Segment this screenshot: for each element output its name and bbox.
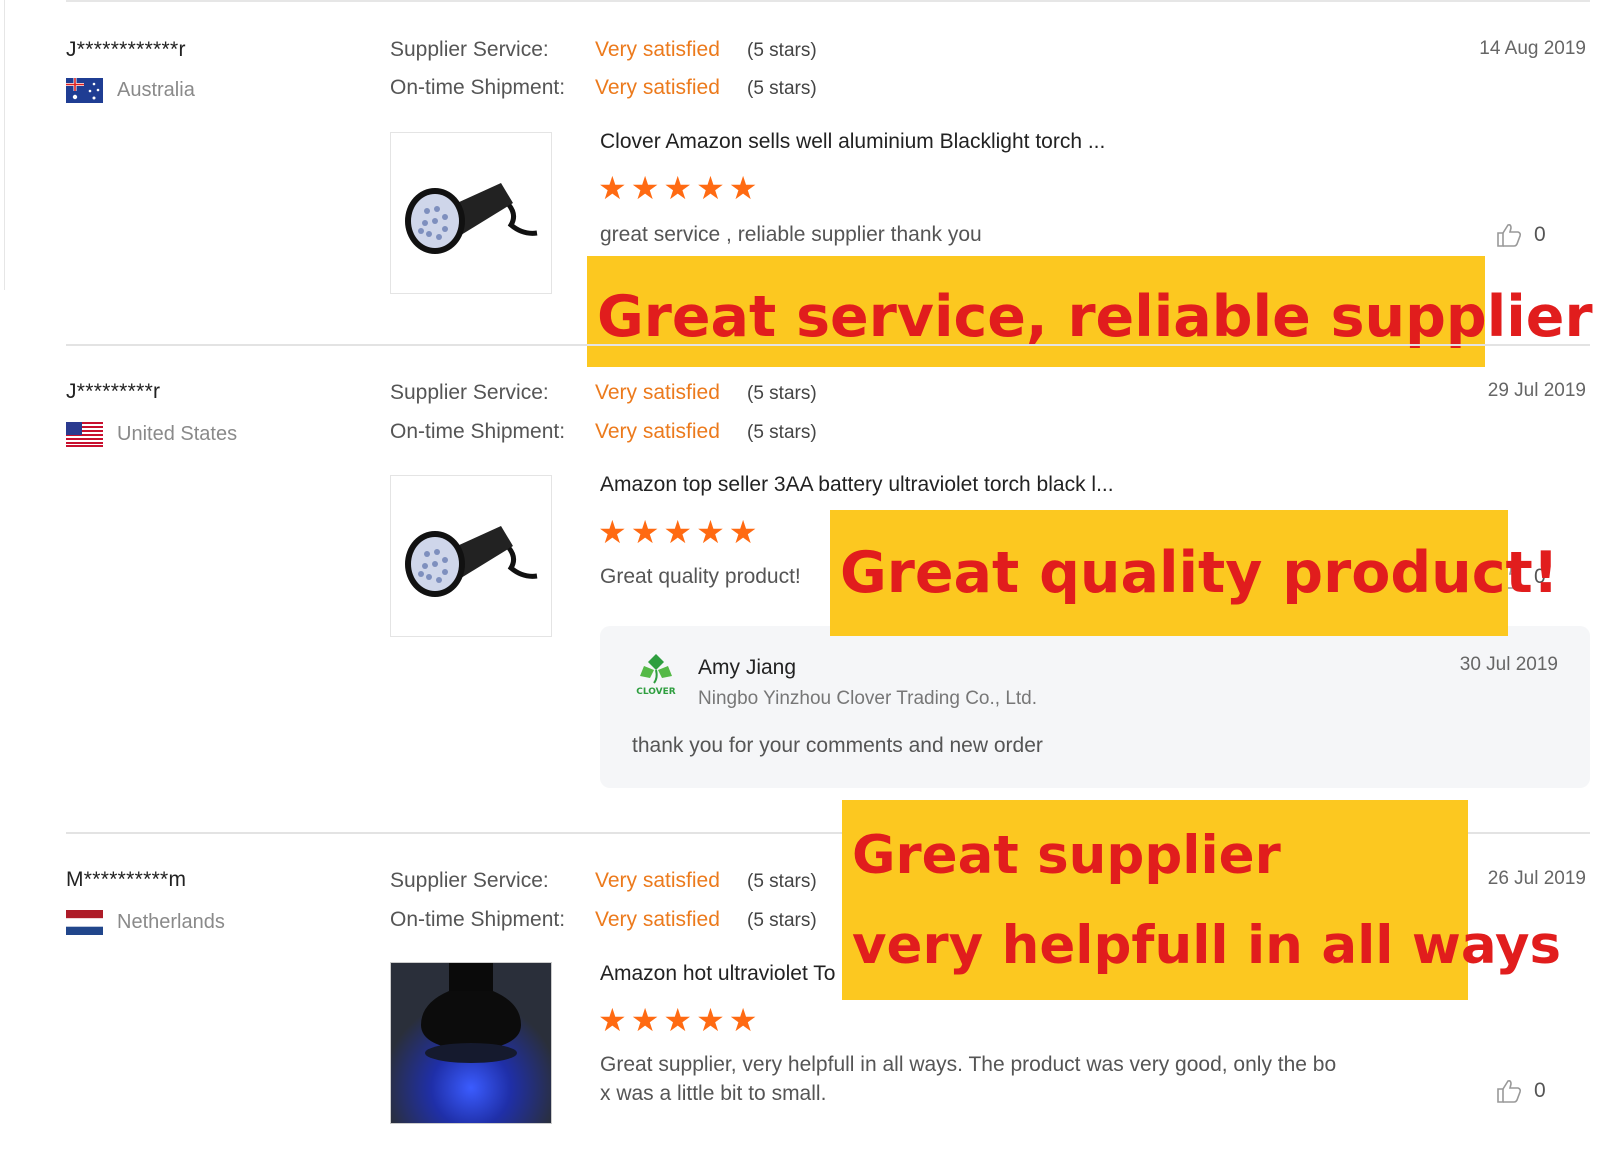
rating-stars-text: (5 stars)	[747, 422, 817, 443]
flashlight-image	[405, 183, 538, 254]
reply-company[interactable]: Ningbo Yinzhou Clover Trading Co., Ltd.	[698, 688, 1037, 710]
star-icon: ★	[696, 514, 725, 550]
star-icon: ★	[728, 514, 758, 550]
reply-author: Amy Jiang	[698, 656, 797, 679]
buyer-country: Netherlands	[66, 910, 225, 935]
review-comment: Great supplier, very helpfull in all way…	[600, 1050, 1336, 1108]
star-icon: ★	[728, 1002, 758, 1038]
product-title[interactable]: Clover Amazon sells well aluminium Black…	[600, 130, 1105, 154]
product-title[interactable]: Amazon top seller 3AA battery ultraviole…	[600, 473, 1114, 497]
supplier-reply: CLOVER Amy Jiang Ningbo Yinzhou Clover T…	[600, 626, 1590, 788]
rating-stars-text: (5 stars)	[747, 78, 817, 99]
rating-value: Very satisfied	[595, 38, 720, 61]
thumbs-up-icon	[1497, 1080, 1522, 1103]
like-button[interactable]: 0	[1496, 1078, 1546, 1104]
product-title[interactable]: Amazon hot ultraviolet To	[600, 962, 835, 986]
star-icon: ★	[663, 514, 693, 550]
clover-logo-text: CLOVER	[636, 687, 676, 696]
country-name: Netherlands	[117, 911, 225, 933]
like-button[interactable]: 0	[1496, 222, 1546, 248]
product-image[interactable]	[390, 132, 552, 294]
like-count: 0	[1534, 1079, 1546, 1102]
reply-date: 30 Jul 2019	[1459, 654, 1558, 675]
highlight-line: Great supplier	[852, 825, 1281, 886]
review-comment-line: Great supplier, very helpfull in all way…	[600, 1053, 1337, 1076]
rating-value: Very satisfied	[595, 76, 720, 99]
buyer-country: Australia	[66, 78, 195, 103]
star-icon: ★	[728, 170, 758, 206]
highlight-banner: Great quality product!	[830, 510, 1559, 636]
review-date: 26 Jul 2019	[1487, 868, 1586, 889]
country-name: Australia	[117, 79, 195, 101]
supplier-service-rating: Supplier Service: Very satisfied (5 star…	[390, 381, 817, 405]
shipment-rating: On-time Shipment: Very satisfied (5 star…	[390, 908, 817, 932]
review-comment: great service , reliable supplier thank …	[600, 223, 982, 246]
review-date: 14 Aug 2019	[1479, 38, 1586, 59]
product-image[interactable]	[390, 475, 552, 637]
highlight-line: very helpfull in all ways	[852, 915, 1562, 976]
star-icon: ★	[696, 1002, 725, 1038]
supplier-service-rating: Supplier Service: Very satisfied (5 star…	[390, 869, 817, 893]
shipment-rating: On-time Shipment: Very satisfied (5 star…	[390, 420, 817, 444]
buyer-name: M**********m	[66, 868, 187, 891]
review-comment: Great quality product!	[600, 565, 801, 588]
star-icon: ★	[663, 1002, 693, 1038]
rating-label: Supplier Service:	[390, 38, 549, 61]
rating-label: On-time Shipment:	[390, 76, 566, 99]
star-rating: ★ ★ ★ ★ ★	[598, 172, 757, 204]
flag-us-icon	[66, 422, 103, 447]
product-image[interactable]	[390, 962, 552, 1124]
flag-australia-icon	[66, 78, 103, 103]
review-divider	[66, 344, 1590, 346]
star-icon: ★	[630, 1002, 660, 1038]
star-icon: ★	[598, 170, 627, 206]
clover-logo-icon: CLOVER	[632, 650, 680, 697]
star-rating: ★ ★ ★ ★ ★	[598, 516, 757, 548]
buyer-name: J************r	[66, 38, 186, 61]
rating-label: On-time Shipment:	[390, 908, 566, 931]
highlight-banner: Great supplier very helpfull in all ways	[842, 800, 1562, 1000]
thumbs-up-icon	[1497, 224, 1522, 247]
rating-stars-text: (5 stars)	[747, 383, 817, 404]
star-icon: ★	[696, 170, 725, 206]
rating-value: Very satisfied	[595, 381, 720, 404]
rating-value: Very satisfied	[595, 420, 720, 443]
rating-label: On-time Shipment:	[390, 420, 566, 443]
shipment-rating: On-time Shipment: Very satisfied (5 star…	[390, 76, 817, 100]
rating-value: Very satisfied	[595, 908, 720, 931]
highlight-banner: Great service, reliable supplier !	[587, 256, 1602, 367]
rating-label: Supplier Service:	[390, 381, 549, 404]
star-icon: ★	[598, 514, 627, 550]
rating-stars-text: (5 stars)	[747, 40, 817, 61]
supplier-service-rating: Supplier Service: Very satisfied (5 star…	[390, 38, 817, 62]
rating-label: Supplier Service:	[390, 869, 549, 892]
reply-text: thank you for your comments and new orde…	[632, 734, 1043, 757]
flashlight-image	[391, 963, 551, 1123]
like-count: 0	[1534, 223, 1546, 246]
buyer-country: United States	[66, 422, 237, 447]
star-icon: ★	[598, 1002, 627, 1038]
buyer-name: J*********r	[66, 380, 161, 403]
country-name: United States	[117, 423, 238, 445]
rating-stars-text: (5 stars)	[747, 910, 817, 931]
star-icon: ★	[630, 514, 660, 550]
star-icon: ★	[663, 170, 693, 206]
review-date: 29 Jul 2019	[1487, 380, 1586, 401]
flashlight-image	[405, 526, 538, 597]
star-rating: ★ ★ ★ ★ ★	[598, 1004, 757, 1036]
rating-stars-text: (5 stars)	[747, 871, 817, 892]
review-comment-line: x was a little bit to small.	[600, 1082, 827, 1105]
star-icon: ★	[630, 170, 660, 206]
flag-netherlands-icon	[66, 910, 103, 935]
rating-value: Very satisfied	[595, 869, 720, 892]
